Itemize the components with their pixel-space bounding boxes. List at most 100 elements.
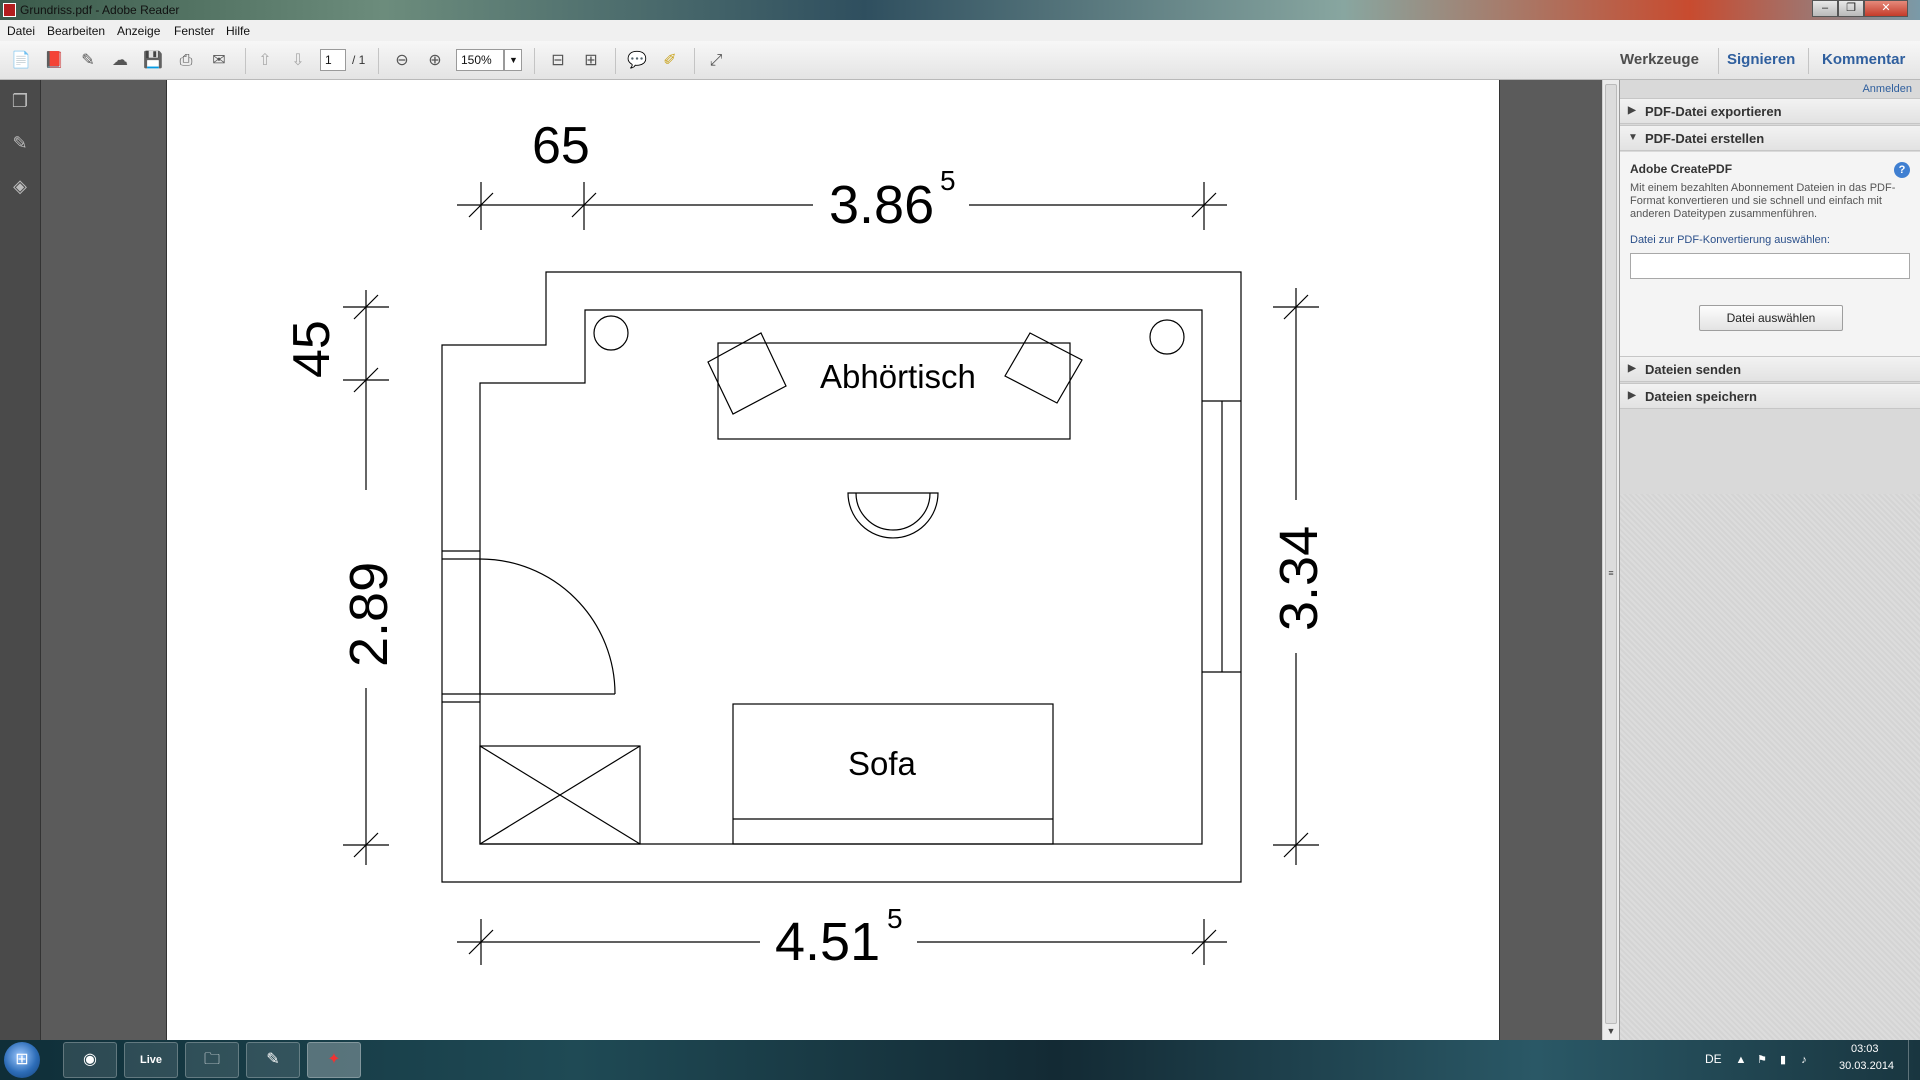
panel-empty-area bbox=[1620, 494, 1920, 1040]
adobe-reader-taskbar-icon[interactable]: ✦ bbox=[307, 1042, 361, 1078]
export-pdf-icon[interactable]: 📕 bbox=[42, 49, 66, 73]
tab-kommentar[interactable]: Kommentar bbox=[1822, 51, 1905, 68]
minimize-button[interactable]: – bbox=[1812, 0, 1838, 17]
section-save-files[interactable]: ▶ Dateien speichern bbox=[1620, 383, 1920, 409]
menu-fenster[interactable]: Fenster bbox=[174, 24, 215, 38]
dim-right: 3.34 bbox=[1269, 526, 1329, 631]
scroll-down-arrow-icon[interactable]: ▼ bbox=[1606, 1026, 1616, 1036]
chair-outer bbox=[847, 492, 939, 539]
file-explorer-icon[interactable]: 🗀 bbox=[185, 1042, 239, 1078]
email-icon[interactable]: ✉ bbox=[207, 49, 231, 73]
dim-top-main: 3.86 bbox=[829, 175, 934, 235]
help-icon[interactable]: ? bbox=[1894, 162, 1910, 178]
menu-datei[interactable]: Datei bbox=[7, 24, 35, 38]
clock-date[interactable]: 30.03.2014 bbox=[1839, 1060, 1894, 1072]
tab-werkzeuge[interactable]: Werkzeuge bbox=[1620, 51, 1699, 68]
menu-bearbeiten[interactable]: Bearbeiten bbox=[47, 24, 105, 38]
attachments-paperclip-icon[interactable]: ✎ bbox=[9, 132, 31, 154]
menu-bar: Datei Bearbeiten Anzeige Fenster Hilfe bbox=[0, 20, 1920, 41]
scrollbar-thumb[interactable] bbox=[1605, 84, 1617, 1024]
toolbar: 📄 📕 ✎ ☁ 💾 ⎙ ✉ ⇧ ⇩ 1 / 1 ⊖ ⊕ 150% ▼ ⊟ ⊞ 💬… bbox=[0, 41, 1920, 80]
select-file-button[interactable]: Datei auswählen bbox=[1699, 305, 1843, 331]
language-indicator[interactable]: DE bbox=[1705, 1052, 1722, 1066]
start-button-windows-icon[interactable]: ⊞ bbox=[4, 1042, 40, 1078]
dim-bottom-sup: 5 bbox=[887, 903, 903, 934]
show-desktop-button[interactable] bbox=[1908, 1040, 1920, 1080]
tools-panel: Anmelden ▶ PDF-Datei exportieren ▼ PDF-D… bbox=[1619, 80, 1920, 1040]
next-page-icon[interactable]: ⇩ bbox=[286, 49, 310, 73]
network-icon[interactable]: ▮ bbox=[1776, 1053, 1790, 1067]
zoom-out-icon[interactable]: ⊖ bbox=[390, 49, 414, 73]
show-hidden-icons-chevron-up-icon[interactable]: ▲ bbox=[1734, 1053, 1748, 1067]
dim-left-small: 45 bbox=[283, 320, 341, 378]
file-path-field[interactable] bbox=[1630, 253, 1910, 279]
window-title: Grundriss.pdf - Adobe Reader bbox=[20, 3, 180, 17]
windows-live-icon[interactable]: Live bbox=[124, 1042, 178, 1078]
dim-top-small: 65 bbox=[532, 117, 590, 175]
expand-arrow-icon: ▶ bbox=[1628, 363, 1636, 374]
sofa-label: Sofa bbox=[848, 745, 917, 782]
page-total: / 1 bbox=[352, 53, 366, 67]
zoom-in-icon[interactable]: ⊕ bbox=[423, 49, 447, 73]
fullscreen-icon[interactable]: ⤢ bbox=[704, 49, 728, 73]
page-number-input[interactable]: 1 bbox=[320, 49, 346, 71]
title-bar: Grundriss.pdf - Adobe Reader – ❐ ✕ bbox=[0, 0, 1920, 20]
edit-pdf-icon[interactable]: ✎ bbox=[76, 49, 100, 73]
toolbar-divider bbox=[1718, 48, 1719, 74]
dim-left-main: 2.89 bbox=[339, 562, 399, 667]
createpdf-heading: Adobe CreatePDF bbox=[1630, 162, 1733, 176]
comment-icon[interactable]: 💬 bbox=[625, 49, 649, 73]
toolbar-divider bbox=[245, 48, 246, 74]
vertical-scrollbar[interactable]: ≡ ▼ bbox=[1602, 80, 1619, 1040]
section-label: PDF-Datei erstellen bbox=[1645, 131, 1765, 146]
sign-in-link[interactable]: Anmelden bbox=[1862, 83, 1912, 95]
toolbar-divider bbox=[1808, 48, 1809, 74]
dim-bottom: 4.51 bbox=[775, 912, 880, 972]
chrome-icon[interactable]: ◉ bbox=[63, 1042, 117, 1078]
toolbar-divider bbox=[615, 48, 616, 74]
toolbar-divider bbox=[694, 48, 695, 74]
cloud-upload-icon[interactable]: ☁ bbox=[108, 49, 132, 73]
menu-anzeige[interactable]: Anzeige bbox=[117, 24, 160, 38]
expand-arrow-icon: ▶ bbox=[1628, 105, 1636, 116]
save-icon[interactable]: 💾 bbox=[141, 49, 165, 73]
collapse-arrow-icon: ▼ bbox=[1628, 132, 1638, 143]
fit-page-icon[interactable]: ⊟ bbox=[546, 49, 570, 73]
fit-width-icon[interactable]: ⊞ bbox=[579, 49, 603, 73]
dim-top-main-sup: 5 bbox=[940, 165, 956, 196]
create-pdf-icon[interactable]: 📄 bbox=[9, 49, 33, 73]
speaker-left bbox=[593, 315, 629, 351]
left-navigation-pane: ❐ ✎ ◈ bbox=[0, 80, 41, 1040]
section-label: Dateien senden bbox=[1645, 362, 1742, 377]
highlight-icon[interactable]: ✐ bbox=[658, 49, 682, 73]
chair-inner bbox=[855, 492, 931, 531]
maximize-button[interactable]: ❐ bbox=[1838, 0, 1864, 17]
pdf-page: 65 3.86 5 45 2.89 3.34 4.51 5 Abhörtisch… bbox=[166, 80, 1500, 1040]
previous-page-icon[interactable]: ⇧ bbox=[253, 49, 277, 73]
close-button[interactable]: ✕ bbox=[1864, 0, 1908, 17]
document-view[interactable]: 65 3.86 5 45 2.89 3.34 4.51 5 Abhörtisch… bbox=[41, 80, 1602, 1040]
action-center-flag-icon[interactable]: ⚑ bbox=[1755, 1053, 1769, 1067]
section-pdf-export[interactable]: ▶ PDF-Datei exportieren bbox=[1620, 98, 1920, 124]
taskbar: ⊞ ◉ Live 🗀 ✎ ✦ DE ▲ ⚑ ▮ ♪ 03:03 30.03.20… bbox=[0, 1040, 1920, 1080]
section-label: Dateien speichern bbox=[1645, 389, 1757, 404]
volume-icon[interactable]: ♪ bbox=[1797, 1053, 1811, 1067]
floor-plan-drawing: 65 3.86 5 45 2.89 3.34 4.51 5 Abhörtisch… bbox=[283, 117, 1329, 972]
zoom-dropdown-chevron-down-icon[interactable]: ▼ bbox=[504, 49, 522, 71]
speaker-right bbox=[1149, 319, 1185, 355]
clock-time[interactable]: 03:03 bbox=[1851, 1043, 1879, 1055]
zoom-input[interactable]: 150% bbox=[456, 49, 504, 71]
toolbar-divider bbox=[534, 48, 535, 74]
section-send-files[interactable]: ▶ Dateien senden bbox=[1620, 356, 1920, 382]
adobe-reader-icon bbox=[3, 3, 16, 17]
tab-signieren[interactable]: Signieren bbox=[1727, 51, 1795, 68]
toolbar-divider bbox=[378, 48, 379, 74]
print-icon[interactable]: ⎙ bbox=[174, 49, 198, 73]
notepad-icon[interactable]: ✎ bbox=[246, 1042, 300, 1078]
monitor-left bbox=[707, 332, 787, 415]
menu-hilfe[interactable]: Hilfe bbox=[226, 24, 250, 38]
layers-icon[interactable]: ◈ bbox=[9, 175, 31, 197]
page-thumbnails-icon[interactable]: ❐ bbox=[9, 90, 31, 112]
section-label: PDF-Datei exportieren bbox=[1645, 104, 1782, 119]
section-pdf-create[interactable]: ▼ PDF-Datei erstellen bbox=[1620, 125, 1920, 151]
